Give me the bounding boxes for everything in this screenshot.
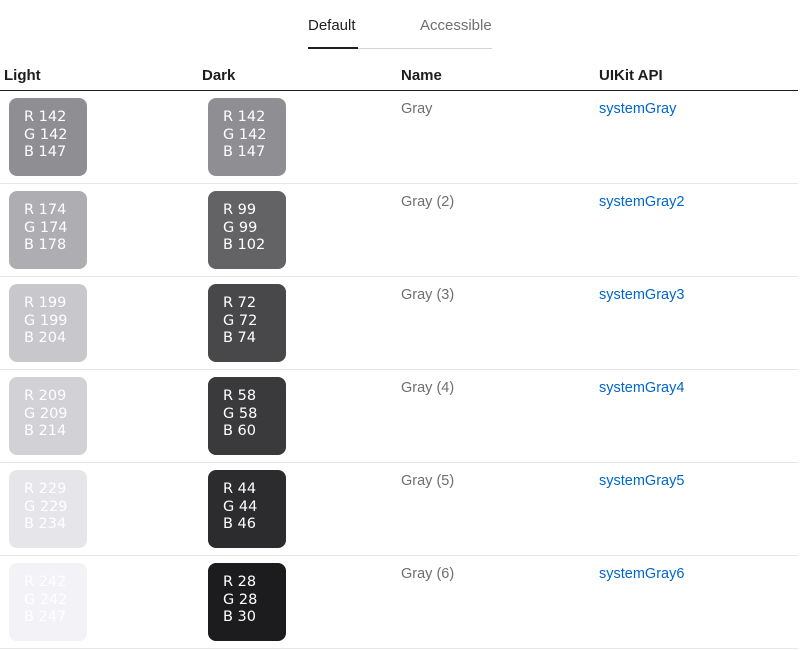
- tab-default[interactable]: Default: [308, 17, 356, 34]
- red-value: R 28: [223, 574, 257, 590]
- uikit-api-link[interactable]: systemGray3: [599, 287, 684, 303]
- blue-value: B 234: [24, 516, 67, 532]
- table-row: R 142 G 142 B 147 R 142 G 142 B 147 Gray…: [0, 91, 798, 184]
- red-value: R 242: [24, 574, 67, 590]
- blue-value: B 178: [24, 237, 67, 253]
- red-value: R 58: [223, 388, 257, 404]
- color-name: Gray (2): [401, 194, 455, 210]
- uikit-api-link[interactable]: systemGray4: [599, 380, 684, 396]
- green-value: G 209: [24, 405, 68, 422]
- blue-value: B 46: [223, 516, 257, 532]
- color-table-body: R 142 G 142 B 147 R 142 G 142 B 147 Gray…: [0, 91, 798, 649]
- uikit-api-link[interactable]: systemGray2: [599, 194, 684, 210]
- green-value: G 28: [223, 591, 258, 608]
- blue-value: B 74: [223, 330, 257, 346]
- red-value: R 72: [223, 295, 257, 311]
- blue-value: B 147: [223, 144, 266, 160]
- light-color-swatch: R 242 G 242 B 247: [9, 563, 87, 641]
- dark-color-swatch: R 72 G 72 B 74: [208, 284, 286, 362]
- green-value: G 199: [24, 312, 68, 329]
- color-name: Gray (5): [401, 473, 455, 489]
- light-color-swatch: R 174 G 174 B 178: [9, 191, 87, 269]
- green-value: G 174: [24, 219, 68, 236]
- tab-accessible[interactable]: Accessible: [420, 17, 492, 34]
- red-value: R 229: [24, 481, 67, 497]
- blue-value: B 60: [223, 423, 257, 439]
- dark-color-swatch: R 28 G 28 B 30: [208, 563, 286, 641]
- table-row: R 209 G 209 B 214 R 58 G 58 B 60 Gray (4…: [0, 370, 798, 463]
- active-tab-indicator: [308, 47, 358, 49]
- green-value: G 142: [223, 126, 267, 143]
- table-header: Light Dark Name UIKit API: [0, 58, 798, 91]
- column-header-dark: Dark: [202, 67, 236, 84]
- blue-value: B 247: [24, 609, 67, 625]
- column-header-name: Name: [401, 67, 442, 84]
- uikit-api-link[interactable]: systemGray5: [599, 473, 684, 489]
- light-color-swatch: R 229 G 229 B 234: [9, 470, 87, 548]
- color-name: Gray (6): [401, 566, 455, 582]
- table-row: R 199 G 199 B 204 R 72 G 72 B 74 Gray (3…: [0, 277, 798, 370]
- dark-color-swatch: R 44 G 44 B 46: [208, 470, 286, 548]
- green-value: G 58: [223, 405, 258, 422]
- column-header-uikit-api: UIKit API: [599, 67, 663, 84]
- uikit-api-link[interactable]: systemGray6: [599, 566, 684, 582]
- light-color-swatch: R 199 G 199 B 204: [9, 284, 87, 362]
- blue-value: B 147: [24, 144, 67, 160]
- color-name: Gray (4): [401, 380, 455, 396]
- table-row: R 174 G 174 B 178 R 99 G 99 B 102 Gray (…: [0, 184, 798, 277]
- dark-color-swatch: R 58 G 58 B 60: [208, 377, 286, 455]
- red-value: R 142: [24, 109, 67, 125]
- blue-value: B 214: [24, 423, 67, 439]
- color-name: Gray (3): [401, 287, 455, 303]
- table-row: R 229 G 229 B 234 R 44 G 44 B 46 Gray (5…: [0, 463, 798, 556]
- green-value: G 99: [223, 219, 258, 236]
- red-value: R 99: [223, 202, 257, 218]
- green-value: G 44: [223, 498, 258, 515]
- red-value: R 209: [24, 388, 67, 404]
- green-value: G 242: [24, 591, 68, 608]
- blue-value: B 102: [223, 237, 266, 253]
- table-row: R 242 G 242 B 247 R 28 G 28 B 30 Gray (6…: [0, 556, 798, 649]
- red-value: R 44: [223, 481, 257, 497]
- uikit-api-link[interactable]: systemGray: [599, 101, 676, 117]
- light-color-swatch: R 142 G 142 B 147: [9, 98, 87, 176]
- green-value: G 142: [24, 126, 68, 143]
- column-header-light: Light: [4, 67, 41, 84]
- dark-color-swatch: R 99 G 99 B 102: [208, 191, 286, 269]
- red-value: R 199: [24, 295, 67, 311]
- blue-value: B 30: [223, 609, 257, 625]
- green-value: G 229: [24, 498, 68, 515]
- green-value: G 72: [223, 312, 258, 329]
- light-color-swatch: R 209 G 209 B 214: [9, 377, 87, 455]
- red-value: R 142: [223, 109, 266, 125]
- segmented-tabs: Default Accessible: [308, 0, 492, 49]
- red-value: R 174: [24, 202, 67, 218]
- dark-color-swatch: R 142 G 142 B 147: [208, 98, 286, 176]
- color-name: Gray: [401, 101, 433, 117]
- blue-value: B 204: [24, 330, 67, 346]
